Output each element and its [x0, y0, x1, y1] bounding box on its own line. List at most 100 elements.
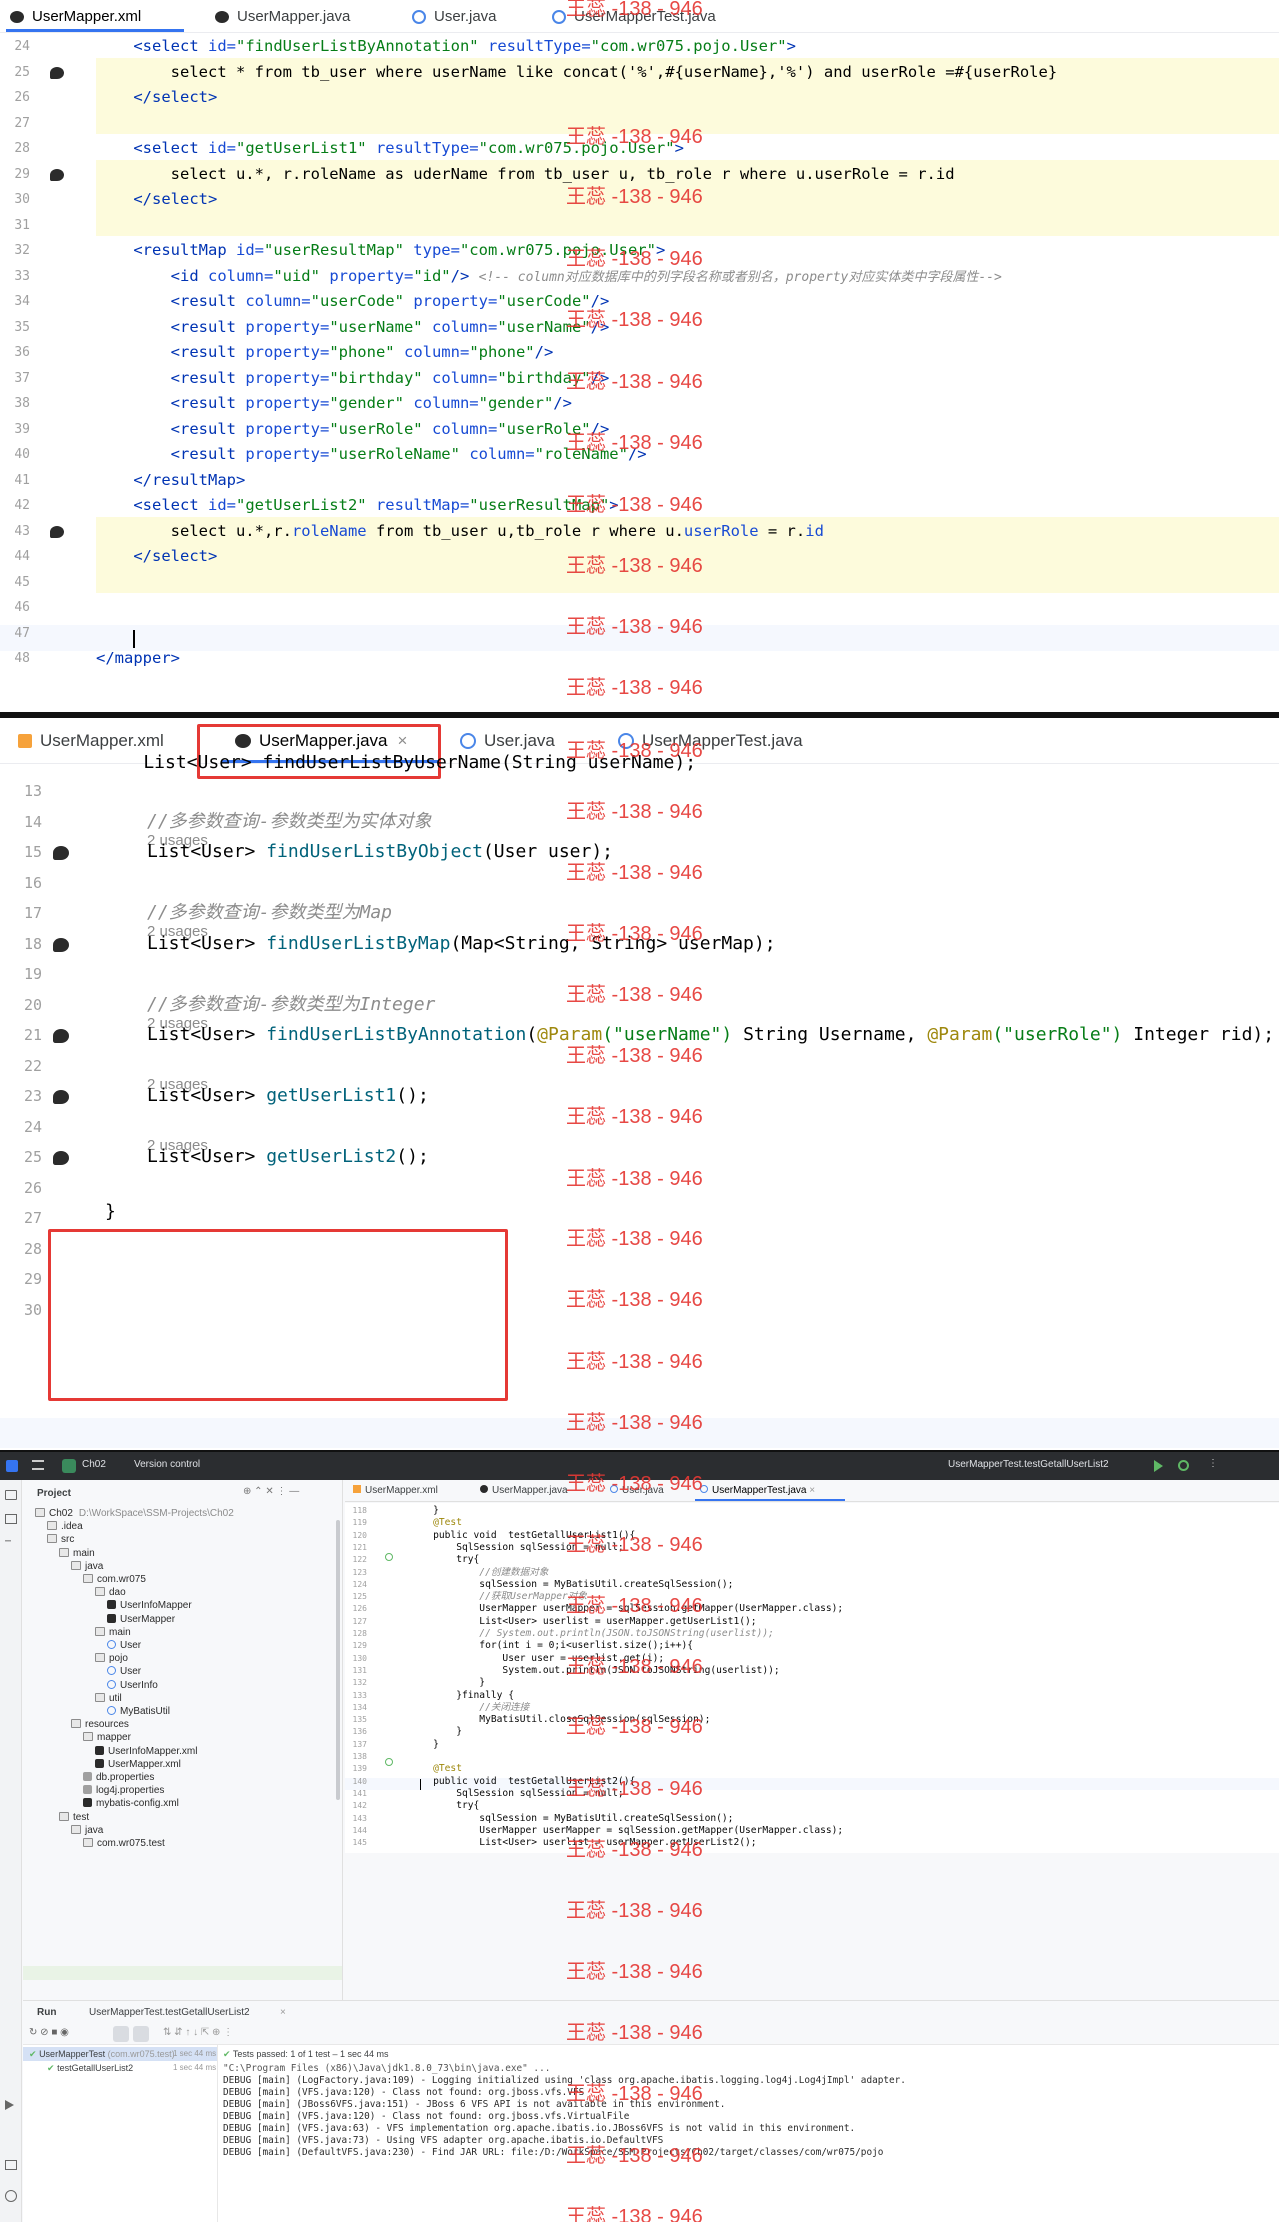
code-line: select * from tb_user where userName lik… [96, 60, 1279, 86]
tree-node[interactable]: pojo [95, 1653, 128, 1664]
run-tab[interactable]: UserMapperTest.testGetallUserList2 [89, 2007, 250, 2018]
code-line: public void testGetallUserList2(){ [410, 1775, 636, 1787]
java-class-icon [107, 1666, 116, 1676]
tree-node[interactable]: resources [71, 1719, 129, 1730]
tree-node[interactable]: Ch02 D:\WorkSpace\SSM-Projects\Ch02 [35, 1508, 234, 1519]
watermark-text: 王蕊 -138 - 946 [566, 2145, 703, 2167]
tab-usermapper-java[interactable]: UserMapper.java [480, 1485, 568, 1496]
tree-node[interactable]: UserMapper.xml [95, 1758, 181, 1770]
hamburger-menu-icon[interactable] [32, 1460, 44, 1470]
run-config-selector[interactable]: UserMapperTest.testGetallUserList2 [948, 1459, 1109, 1470]
watermark-text: 王蕊 -138 - 946 [566, 1961, 703, 1983]
folder-icon[interactable] [5, 1490, 17, 1500]
tree-node[interactable]: UserInfoMapper.xml [95, 1745, 197, 1757]
tab-user-java[interactable]: User.java [412, 0, 497, 33]
mybatis-bird-icon[interactable] [50, 67, 64, 79]
code-token: id [805, 521, 824, 540]
tree-node[interactable]: User [107, 1666, 141, 1677]
panel-options-icon[interactable]: ⊕ ⌃ ✕ ⋮ — [243, 1486, 299, 1497]
test-child-row[interactable]: ✔ testGetallUserList2 [47, 2063, 133, 2074]
code-token: "gender" [329, 394, 404, 412]
tree-node[interactable]: UserMapper [107, 1613, 175, 1625]
show-ignored-toggle[interactable] [133, 2026, 149, 2042]
java-class-icon [107, 1640, 116, 1649]
tree-node[interactable]: User [107, 1640, 141, 1651]
console-output[interactable]: "C:\Program Files (x86)\Java\jdk1.8.0_73… [223, 2063, 1279, 2222]
run-icon[interactable] [1154, 1460, 1163, 1472]
debug-icon[interactable] [1178, 1460, 1189, 1471]
code-token: UserMapper.xml [108, 1758, 181, 1770]
mybatis-bird-icon[interactable] [53, 1151, 69, 1165]
project-tree[interactable]: Ch02 D:\WorkSpace\SSM-Projects\Ch02 .idea s… [23, 1508, 342, 2000]
tree-node[interactable]: test [59, 1811, 89, 1823]
run-tool-icon[interactable] [5, 2100, 14, 2110]
sort-icon[interactable]: ⇅ ⇵ ↑ ↓ ⇱ ⊕ ⋮ [163, 2027, 233, 2038]
code-token: MyBatisUtil [120, 1706, 171, 1717]
folder-icon [83, 1732, 93, 1742]
tree-node[interactable]: log4j.properties [83, 1785, 164, 1796]
code-token: java [85, 1560, 104, 1572]
code-token: </mapper> [96, 649, 180, 667]
tree-node[interactable]: main [95, 1626, 131, 1638]
line-number: 28 [23, 1239, 42, 1258]
run-test-gutter-icon[interactable] [385, 1553, 393, 1561]
close-tab-icon[interactable]: × [809, 1485, 815, 1496]
line-number: 136 [352, 1727, 367, 1737]
tree-node[interactable]: java [71, 1560, 104, 1572]
close-tab-icon[interactable]: × [280, 2007, 286, 2018]
tree-node[interactable]: UserInfo [107, 1679, 158, 1691]
tree-node[interactable]: util [95, 1692, 122, 1704]
test-tree[interactable]: ✔ UserMapperTest (com.wr075.test) 1 sec … [23, 2045, 218, 2222]
test-root-row[interactable]: ✔ UserMapperTest (com.wr075.test) [29, 2049, 175, 2060]
mybatis-bird-icon[interactable] [53, 937, 69, 952]
line-number: 118 [352, 1506, 367, 1515]
code-line: List<User> userlist = userMapper.getUser… [410, 1837, 757, 1849]
tree-node[interactable]: MyBatisUtil [107, 1706, 170, 1717]
mybatis-bird-icon[interactable] [50, 169, 64, 181]
project-panel-title[interactable]: Project [37, 1488, 71, 1499]
tree-node[interactable]: src [47, 1534, 74, 1545]
tree-scrollbar[interactable] [336, 1520, 340, 1800]
mybatis-bird-icon[interactable] [53, 1029, 69, 1043]
rerun-icon[interactable]: ↻ ⊘ ■ ◉ [29, 2027, 69, 2038]
code-token: "userName" [329, 317, 423, 336]
line-number: 47 [14, 625, 30, 641]
problems-icon[interactable] [5, 2190, 17, 2202]
version-control-menu[interactable]: Version control [134, 1459, 200, 1470]
tab-usermappertest-java[interactable]: UserMapperTest.java × [700, 1485, 815, 1496]
tree-node[interactable]: main [59, 1547, 95, 1559]
run-test-gutter-icon[interactable] [385, 1758, 393, 1766]
code-token: .idea [61, 1521, 83, 1533]
tree-node[interactable]: UserInfoMapper [107, 1600, 192, 1611]
more-icon[interactable]: ⋮ [1208, 1458, 1218, 1469]
watermark-text: 王蕊 -138 - 946 [566, 1839, 703, 1861]
mybatis-bird-icon[interactable] [53, 846, 69, 860]
tree-node[interactable]: com.wr075 [83, 1574, 146, 1585]
show-passed-toggle[interactable] [113, 2026, 129, 2042]
tab-usermapper-xml[interactable]: UserMapper.xml [353, 1485, 438, 1496]
code-token: resultType [478, 37, 582, 55]
watermark-text: 王蕊 -138 - 946 [566, 126, 703, 148]
watermark-text: 王蕊 -138 - 946 [566, 1351, 703, 1373]
code-line: //创建数据对象 [410, 1566, 549, 1578]
tree-node[interactable]: dao [95, 1587, 126, 1598]
tree-node[interactable]: db.properties [83, 1772, 154, 1783]
more-tools-icon[interactable]: ⋯ [5, 1536, 11, 1547]
test-code-area[interactable]: 118 119 120 121 122 123 124 125 126 127 128 129 130 1… [345, 1503, 1279, 1853]
tab-usermapper-java[interactable]: UserMapper.java [215, 0, 350, 33]
mybatis-bird-icon[interactable] [50, 526, 64, 538]
watermark-text: 王蕊 -138 - 946 [566, 1900, 703, 1922]
code-token: column= [245, 292, 311, 310]
tree-node[interactable]: .idea [47, 1521, 83, 1532]
structure-icon[interactable] [5, 1514, 17, 1524]
project-switcher[interactable]: Ch02 [82, 1459, 106, 1470]
tree-node[interactable]: mapper [83, 1732, 131, 1743]
mybatis-bird-icon[interactable] [53, 1090, 69, 1104]
line-number: 138 [352, 1752, 367, 1761]
tree-node[interactable]: mybatis-config.xml [83, 1798, 179, 1809]
tree-node[interactable]: java [71, 1824, 103, 1836]
terminal-icon[interactable] [5, 2160, 17, 2170]
tree-node[interactable]: com.wr075.test [83, 1838, 165, 1849]
code-line: //关闭连接 [410, 1701, 530, 1713]
